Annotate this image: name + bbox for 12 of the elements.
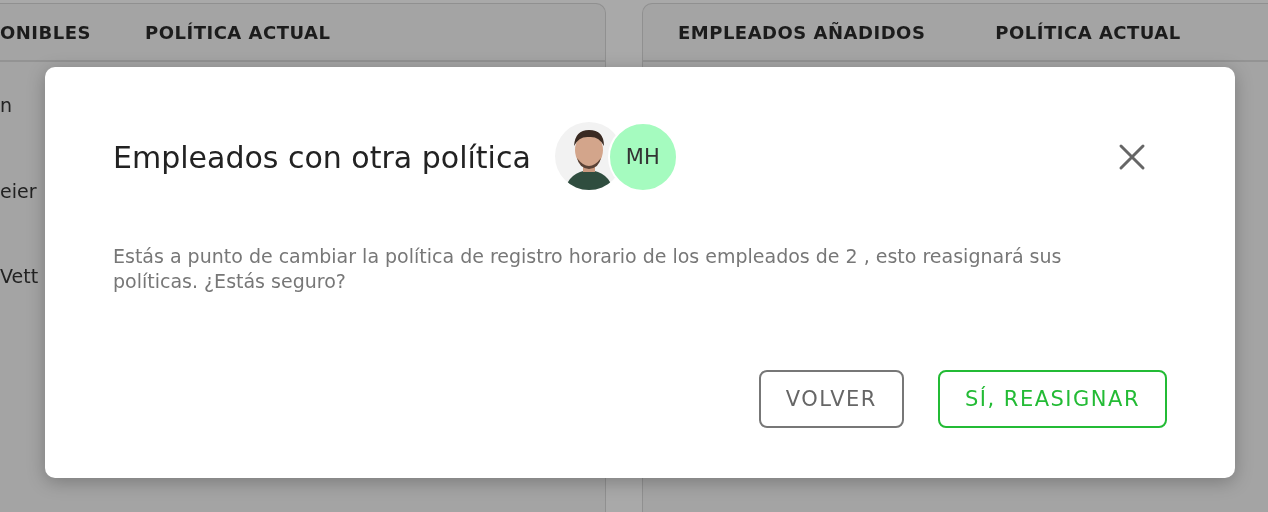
employee-name: eier bbox=[0, 179, 37, 202]
dialog-message: Estás a punto de cambiar la política de registro horario de los empleados de 2 , esto reasignará sus políticas. ¿Estás seguro? bbox=[113, 244, 1063, 294]
column-header: POLÍTICA ACTUAL bbox=[145, 21, 331, 43]
employee-name: n bbox=[0, 94, 13, 116]
column-header: ONIBLES bbox=[0, 21, 91, 43]
avatar-initials: MH bbox=[607, 122, 678, 192]
close-icon[interactable] bbox=[1117, 142, 1147, 172]
column-header: EMPLEADOS AÑADIDOS bbox=[678, 21, 926, 43]
dialog-title: Empleados con otra política bbox=[113, 139, 531, 175]
back-button[interactable]: VOLVER bbox=[758, 370, 904, 428]
employee-name: Vett bbox=[0, 264, 39, 287]
column-header: POLÍTICA ACTUAL bbox=[995, 21, 1181, 43]
